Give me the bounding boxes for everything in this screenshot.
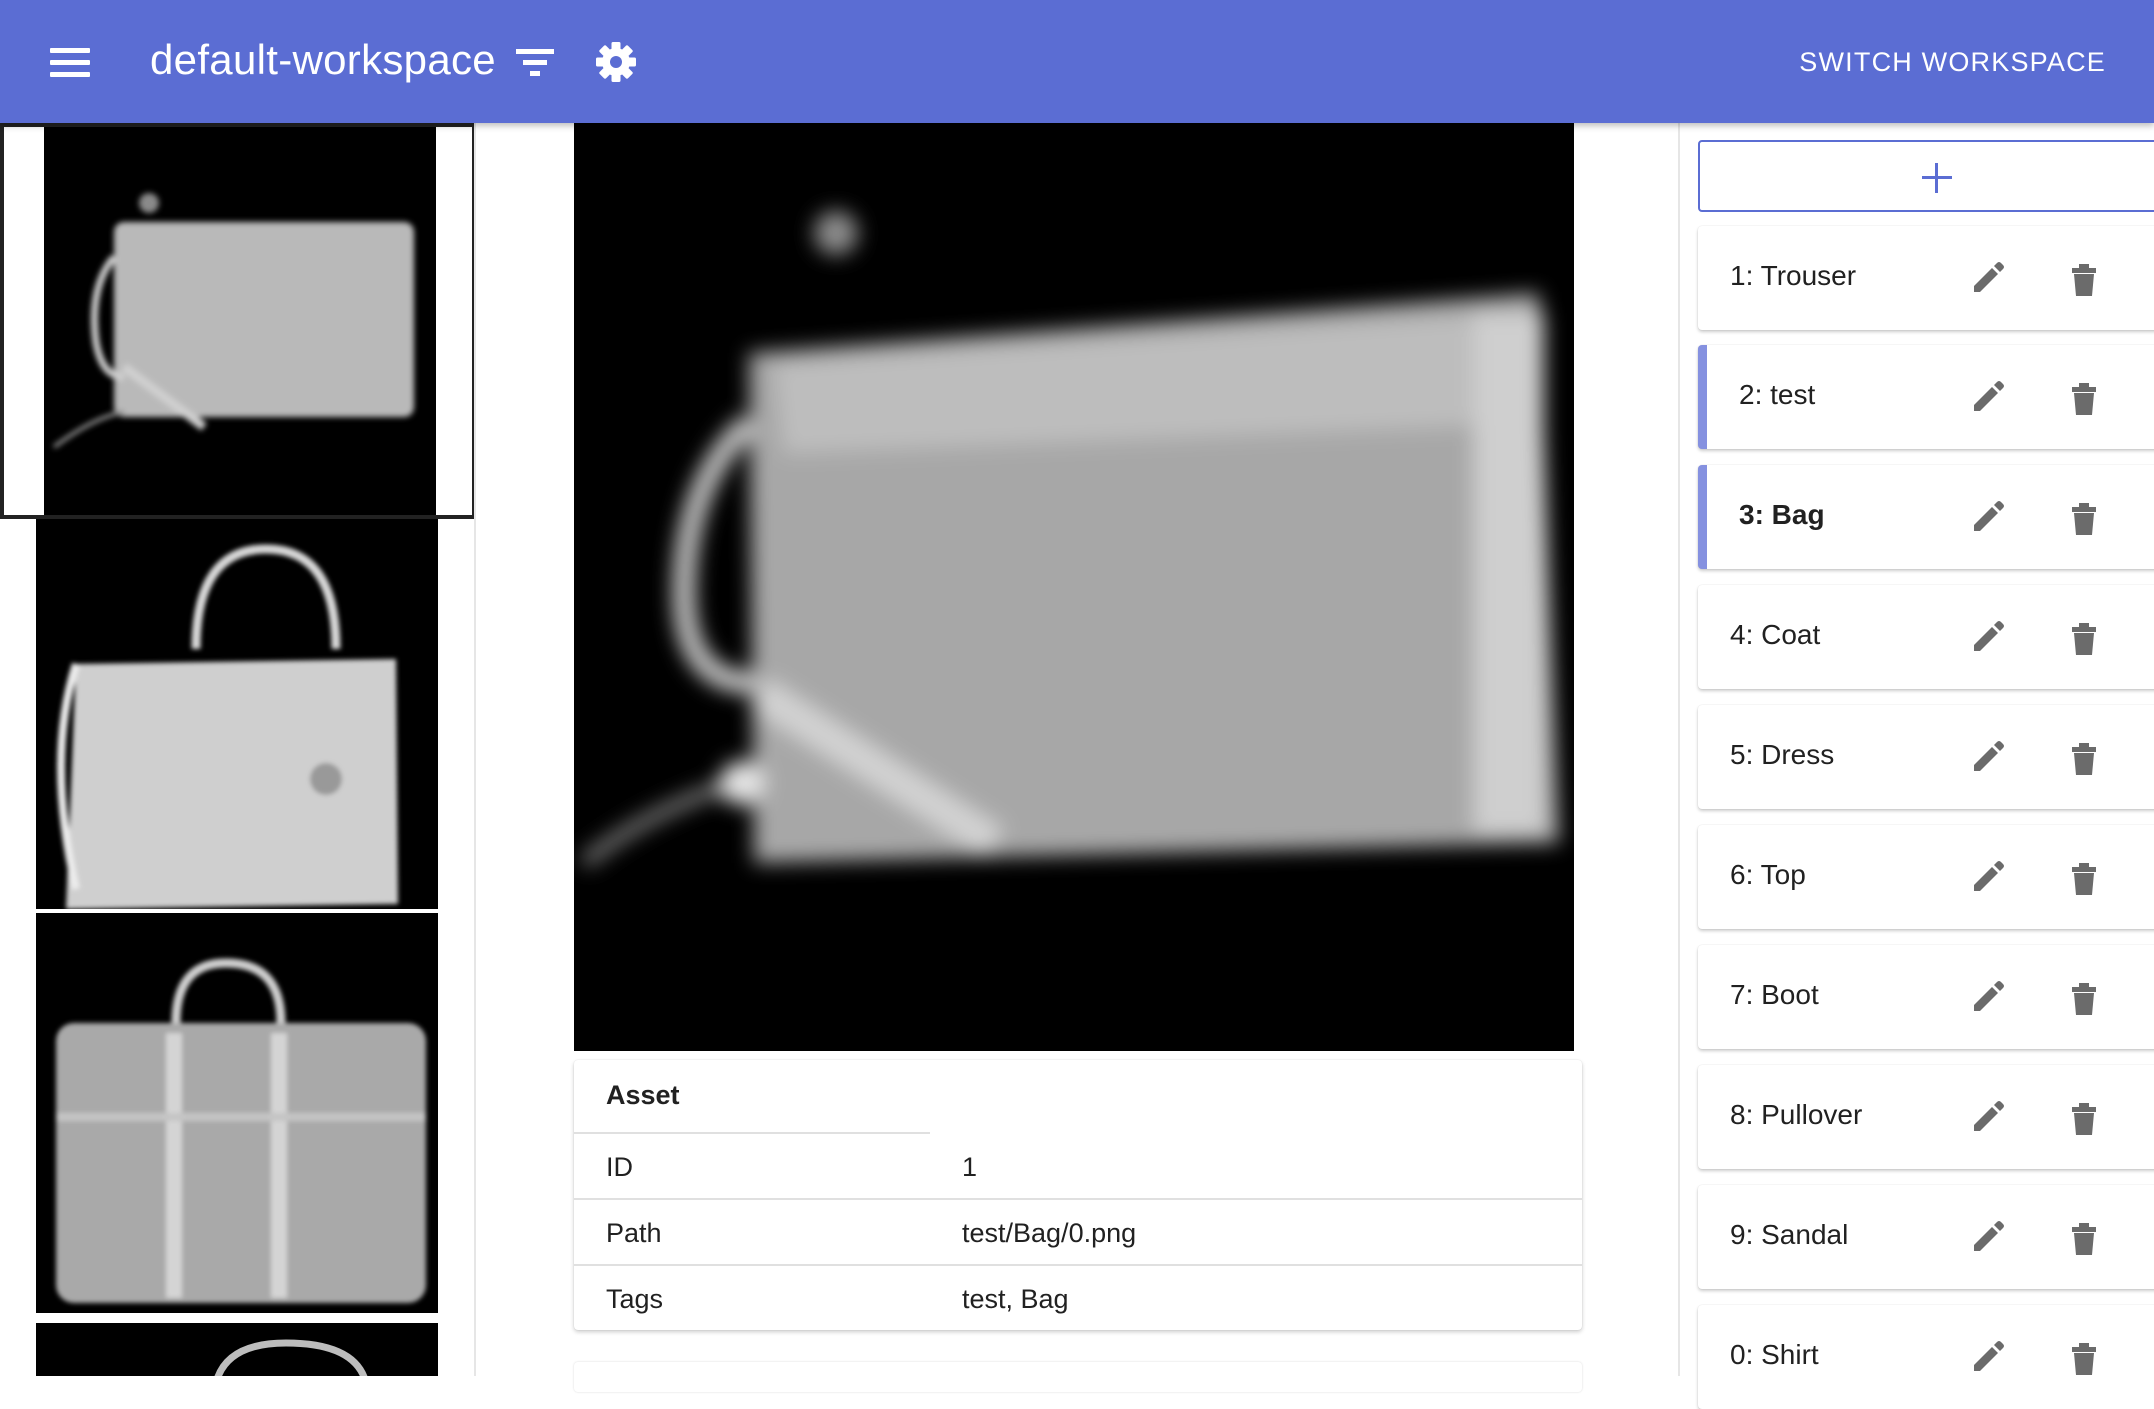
- delete-label-button[interactable]: [2062, 495, 2106, 539]
- trash-icon: [2072, 623, 2096, 655]
- add-label-button[interactable]: [1698, 140, 2154, 212]
- trash-icon: [2072, 264, 2096, 296]
- label-item[interactable]: 2: test: [1698, 345, 2154, 449]
- thumbnail-image: [57, 544, 398, 909]
- switch-workspace-button[interactable]: SWITCH WORKSPACE: [1799, 36, 2106, 88]
- delete-label-button[interactable]: [2062, 256, 2106, 300]
- trash-icon: [2072, 1343, 2096, 1375]
- pencil-icon: [1974, 981, 2004, 1011]
- app-bar: default-workspace SWITCH WORKSPACE: [0, 0, 2154, 123]
- delete-label-button[interactable]: [2062, 855, 2106, 899]
- row-key: ID: [606, 1152, 633, 1182]
- trash-icon: [2072, 1103, 2096, 1135]
- label-item-name: 1: Trouser: [1730, 260, 1857, 291]
- trash-icon: [2072, 503, 2096, 535]
- edit-label-button[interactable]: [1966, 1095, 2010, 1139]
- edit-label-button[interactable]: [1966, 735, 2010, 779]
- pencil-icon: [1974, 1221, 2004, 1251]
- label-item-name: 8: Pullover: [1730, 1099, 1863, 1130]
- edit-label-button[interactable]: [1966, 1215, 2010, 1259]
- thumbnail-item[interactable]: [36, 1323, 438, 1376]
- trash-icon: [2072, 983, 2096, 1015]
- label-item[interactable]: 5: Dress: [1698, 705, 2154, 809]
- asset-details-heading: Asset: [606, 1080, 680, 1110]
- label-item-name: 7: Boot: [1730, 979, 1819, 1010]
- delete-label-button[interactable]: [2062, 375, 2106, 419]
- thumbnail-image: [44, 127, 436, 515]
- label-item-name: 2: test: [1739, 379, 1816, 410]
- label-item[interactable]: 9: Sandal: [1698, 1185, 2154, 1289]
- label-item[interactable]: 1: Trouser: [1698, 226, 2154, 330]
- label-item[interactable]: 7: Boot: [1698, 945, 2154, 1049]
- delete-label-button[interactable]: [2062, 615, 2106, 659]
- label-item-name: 3: Bag: [1739, 499, 1825, 530]
- label-item[interactable]: 0: Shirt: [1698, 1305, 2154, 1409]
- thumbnail-image: [56, 958, 426, 1303]
- table-row: ID 1: [574, 1134, 1582, 1200]
- label-item-name: 4: Coat: [1730, 619, 1821, 650]
- label-item[interactable]: 8: Pullover: [1698, 1065, 2154, 1169]
- edit-label-button[interactable]: [1966, 256, 2010, 300]
- table-row: Tags test, Bag: [574, 1266, 1582, 1332]
- pencil-icon: [1974, 262, 2004, 292]
- edit-label-button[interactable]: [1966, 495, 2010, 539]
- edit-label-button[interactable]: [1966, 975, 2010, 1019]
- label-item[interactable]: 4: Coat: [1698, 585, 2154, 689]
- asset-image-viewer[interactable]: [574, 123, 1574, 1051]
- edit-label-button[interactable]: [1966, 615, 2010, 659]
- settings-button[interactable]: [590, 36, 642, 88]
- edit-label-button[interactable]: [1966, 855, 2010, 899]
- thumbnail-image: [214, 1339, 368, 1376]
- label-item[interactable]: 3: Bag: [1698, 465, 2154, 569]
- delete-label-button[interactable]: [2062, 735, 2106, 779]
- delete-label-button[interactable]: [2062, 1215, 2106, 1259]
- pencil-icon: [1974, 501, 2004, 531]
- label-item-name: 5: Dress: [1730, 739, 1835, 770]
- row-key: Tags: [606, 1284, 664, 1314]
- menu-button[interactable]: [44, 36, 96, 88]
- asset-details-table: Asset ID 1 Path test/Bag/0.png Tags test…: [574, 1060, 1582, 1330]
- trash-icon: [2072, 743, 2096, 775]
- table-row: Path test/Bag/0.png: [574, 1200, 1582, 1266]
- row-key: Path: [606, 1218, 662, 1248]
- row-value: test, Bag: [962, 1284, 1069, 1314]
- label-item-name: 9: Sandal: [1730, 1219, 1849, 1250]
- settings-icon: [596, 42, 636, 82]
- workspace-title: default-workspace: [150, 36, 496, 83]
- edit-label-button[interactable]: [1966, 375, 2010, 419]
- labels-panel: 1: Trouser 2: test 3: Bag 4: Coat 5: Dress 6:…: [1678, 123, 2154, 1409]
- pencil-icon: [1974, 381, 2004, 411]
- trash-icon: [2072, 383, 2096, 415]
- pencil-icon: [1974, 1101, 2004, 1131]
- pencil-icon: [1974, 621, 2004, 651]
- menu-icon: [50, 48, 90, 53]
- edit-label-button[interactable]: [1966, 1335, 2010, 1379]
- row-value: 1: [962, 1152, 978, 1182]
- label-item[interactable]: 6: Top: [1698, 825, 2154, 929]
- thumbnail-item[interactable]: [36, 519, 438, 909]
- thumbnail-selected[interactable]: [0, 123, 474, 519]
- pencil-icon: [1974, 861, 2004, 891]
- next-card: [574, 1362, 1582, 1392]
- trash-icon: [2072, 863, 2096, 895]
- asset-image: [579, 211, 1559, 869]
- label-item-name: 0: Shirt: [1730, 1339, 1819, 1370]
- row-value: test/Bag/0.png: [962, 1218, 1137, 1248]
- pencil-icon: [1974, 1341, 2004, 1371]
- filter-icon: [516, 49, 554, 76]
- thumbnail-list[interactable]: [0, 123, 476, 1376]
- trash-icon: [2072, 1223, 2096, 1255]
- filter-button[interactable]: [510, 36, 562, 88]
- delete-label-button[interactable]: [2062, 975, 2106, 1019]
- thumbnail-item[interactable]: [36, 913, 438, 1313]
- pencil-icon: [1974, 741, 2004, 771]
- label-item-name: 6: Top: [1730, 859, 1806, 890]
- delete-label-button[interactable]: [2062, 1335, 2106, 1379]
- delete-label-button[interactable]: [2062, 1095, 2106, 1139]
